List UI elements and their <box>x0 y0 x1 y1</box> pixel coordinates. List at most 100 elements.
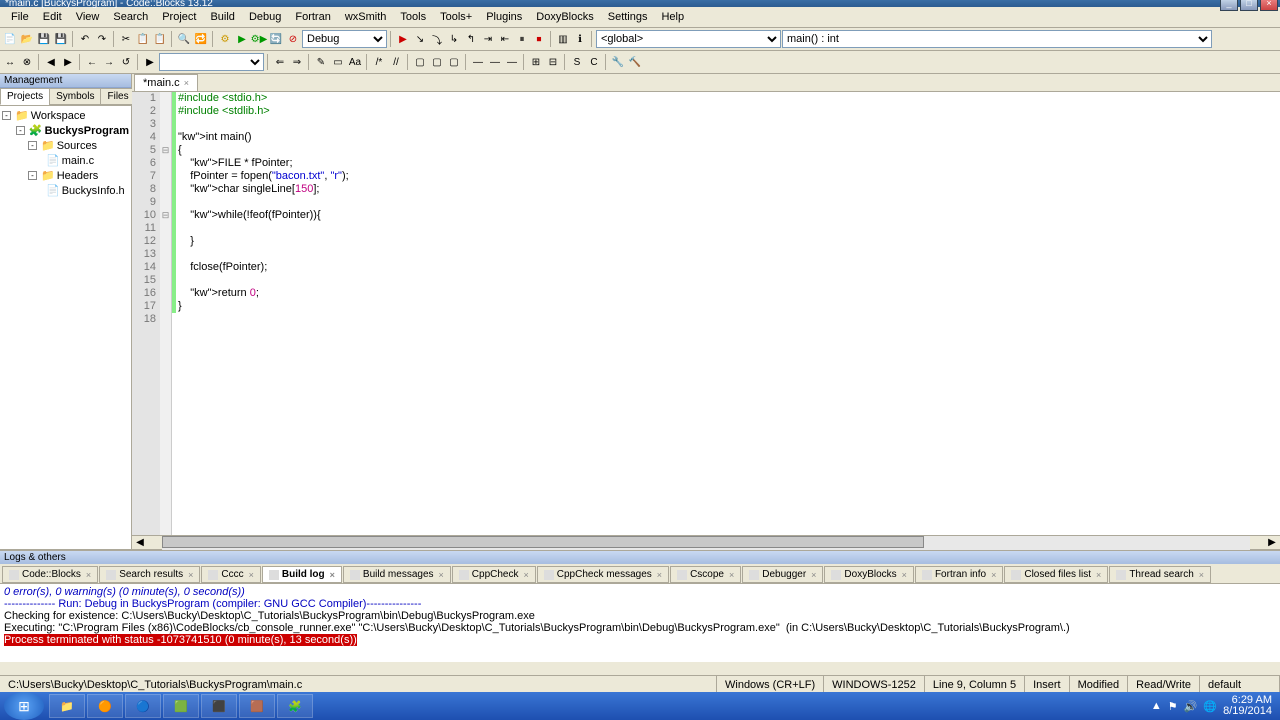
close-icon[interactable]: × <box>249 570 254 580</box>
menu-search[interactable]: Search <box>106 9 155 25</box>
sidebar-tab-projects[interactable]: Projects <box>0 88 50 105</box>
dummy2-icon[interactable]: ▢ <box>429 54 445 70</box>
log-tab-cppcheck[interactable]: CppCheck× <box>452 566 536 583</box>
wrench-icon[interactable]: 🔨 <box>627 54 643 70</box>
menu-view[interactable]: View <box>69 9 107 25</box>
close-icon[interactable]: × <box>1096 570 1101 580</box>
menu-wxsmith[interactable]: wxSmith <box>338 9 394 25</box>
task-media[interactable]: 🟠 <box>87 694 123 718</box>
code-line[interactable]: "kw">char singleLine[150]; <box>178 183 1280 196</box>
log-tab-closedfileslist[interactable]: Closed files list× <box>1004 566 1108 583</box>
menu-build[interactable]: Build <box>203 9 241 25</box>
close-icon[interactable]: × <box>991 570 996 580</box>
horizontal-scrollbar[interactable]: ◀ ▶ <box>132 535 1280 549</box>
cut-icon[interactable]: ✂ <box>118 31 134 47</box>
next-instr-icon[interactable]: ⇥ <box>480 31 496 47</box>
code-line[interactable]: fclose(fPointer); <box>178 261 1280 274</box>
close-icon[interactable]: × <box>439 570 444 580</box>
dox-comment-icon[interactable]: /* <box>371 54 387 70</box>
undo-icon[interactable]: ↶ <box>77 31 93 47</box>
code-line[interactable]: "kw">int main() <box>178 131 1280 144</box>
log-tab-cscope[interactable]: Cscope× <box>670 566 741 583</box>
log-tab-debugger[interactable]: Debugger× <box>742 566 823 583</box>
code-line[interactable] <box>178 196 1280 209</box>
menu-plugins[interactable]: Plugins <box>479 9 529 25</box>
code-line[interactable]: "kw">while(!feof(fPointer)){ <box>178 209 1280 222</box>
close-icon[interactable]: × <box>188 570 193 580</box>
next-line-icon[interactable]: ⤵ <box>429 31 445 47</box>
settings-icon[interactable]: 🔧 <box>610 54 626 70</box>
tree-sources-folder[interactable]: -📁Sources <box>2 138 129 153</box>
close-icon[interactable]: × <box>86 570 91 580</box>
debug-run-icon[interactable]: ▶ <box>395 31 411 47</box>
log-tab-fortraninfo[interactable]: Fortran info× <box>915 566 1003 583</box>
menu-edit[interactable]: Edit <box>36 9 69 25</box>
regex-c-icon[interactable]: C <box>586 54 602 70</box>
code-line[interactable]: #include <stdio.h> <box>178 92 1280 105</box>
next-bookmark-icon[interactable]: ▶ <box>60 54 76 70</box>
dox-block-icon[interactable]: // <box>388 54 404 70</box>
tray-volume-icon[interactable]: 🔊 <box>1184 700 1198 713</box>
open-file-icon[interactable]: 📂 <box>19 31 35 47</box>
log-tab-searchresults[interactable]: Search results× <box>99 566 200 583</box>
tree-headers-folder[interactable]: -📁Headers <box>2 168 129 183</box>
task-app1[interactable]: 🟩 <box>163 694 199 718</box>
copy-icon[interactable]: 📋 <box>135 31 151 47</box>
close-icon[interactable]: × <box>902 570 907 580</box>
menu-tools+[interactable]: Tools+ <box>433 9 479 25</box>
tray-up-icon[interactable]: ▲ <box>1151 700 1162 712</box>
code-line[interactable]: { <box>178 144 1280 157</box>
build-target-select[interactable]: Debug <box>302 30 387 48</box>
sidebar-tab-symbols[interactable]: Symbols <box>49 88 101 105</box>
code-line[interactable]: "kw">FILE * fPointer; <box>178 157 1280 170</box>
code-line[interactable] <box>178 313 1280 326</box>
code-line[interactable]: } <box>178 300 1280 313</box>
tree-file-header[interactable]: 📄BuckysInfo.h <box>2 183 129 198</box>
regex-s-icon[interactable]: S <box>569 54 585 70</box>
break-icon[interactable]: ⏸ <box>514 31 530 47</box>
dummy1-icon[interactable]: ▢ <box>412 54 428 70</box>
code-line[interactable]: } <box>178 235 1280 248</box>
rebuild-icon[interactable]: 🔄 <box>268 31 284 47</box>
code-line[interactable] <box>178 118 1280 131</box>
tree-file-mainc[interactable]: 📄main.c <box>2 153 129 168</box>
close-icon[interactable]: × <box>1199 570 1204 580</box>
debug-windows-icon[interactable]: ▥ <box>555 31 571 47</box>
info-icon[interactable]: ℹ <box>572 31 588 47</box>
find-icon[interactable]: 🔍 <box>176 31 192 47</box>
prev-bookmark-icon[interactable]: ◀ <box>43 54 59 70</box>
nav-forward-icon[interactable]: ⇒ <box>289 54 305 70</box>
selection-icon[interactable]: ▭ <box>330 54 346 70</box>
close-icon[interactable]: × <box>523 570 528 580</box>
task-app3[interactable]: 🟫 <box>239 694 275 718</box>
last-jump-icon[interactable]: ↺ <box>118 54 134 70</box>
step-instr-icon[interactable]: ⇤ <box>497 31 513 47</box>
tray-clock[interactable]: 6:29 AM8/19/2014 <box>1223 695 1272 717</box>
task-codeblocks[interactable]: 🧩 <box>277 694 313 718</box>
maximize-button[interactable]: □ <box>1240 0 1258 11</box>
task-chrome[interactable]: 🔵 <box>125 694 161 718</box>
paste-icon[interactable]: 📋 <box>152 31 168 47</box>
code-line[interactable] <box>178 222 1280 235</box>
close-icon[interactable]: × <box>330 570 335 580</box>
menu-debug[interactable]: Debug <box>242 9 288 25</box>
forward-icon[interactable]: → <box>101 54 117 70</box>
log-tab-codeblocks[interactable]: Code::Blocks× <box>2 566 98 583</box>
run-script-icon[interactable]: ▶ <box>142 54 158 70</box>
toggle-source-icon[interactable]: ↔ <box>2 54 18 70</box>
close-button[interactable]: × <box>1260 0 1278 11</box>
menu-help[interactable]: Help <box>654 9 691 25</box>
highlight-icon[interactable]: ✎ <box>313 54 329 70</box>
code-line[interactable]: fPointer = fopen("bacon.txt", "r"); <box>178 170 1280 183</box>
replace-icon[interactable]: 🔁 <box>193 31 209 47</box>
step-into-icon[interactable]: ↳ <box>446 31 462 47</box>
run-icon[interactable]: ▶ <box>234 31 250 47</box>
scroll-thumb[interactable] <box>162 536 924 548</box>
menu-file[interactable]: File <box>4 9 36 25</box>
abort-icon[interactable]: ⊘ <box>285 31 301 47</box>
tray-flag-icon[interactable]: ⚑ <box>1168 700 1178 713</box>
code-line[interactable] <box>178 274 1280 287</box>
close-icon[interactable]: × <box>729 570 734 580</box>
minimize-button[interactable]: _ <box>1220 0 1238 11</box>
dummy6-icon[interactable]: — <box>504 54 520 70</box>
